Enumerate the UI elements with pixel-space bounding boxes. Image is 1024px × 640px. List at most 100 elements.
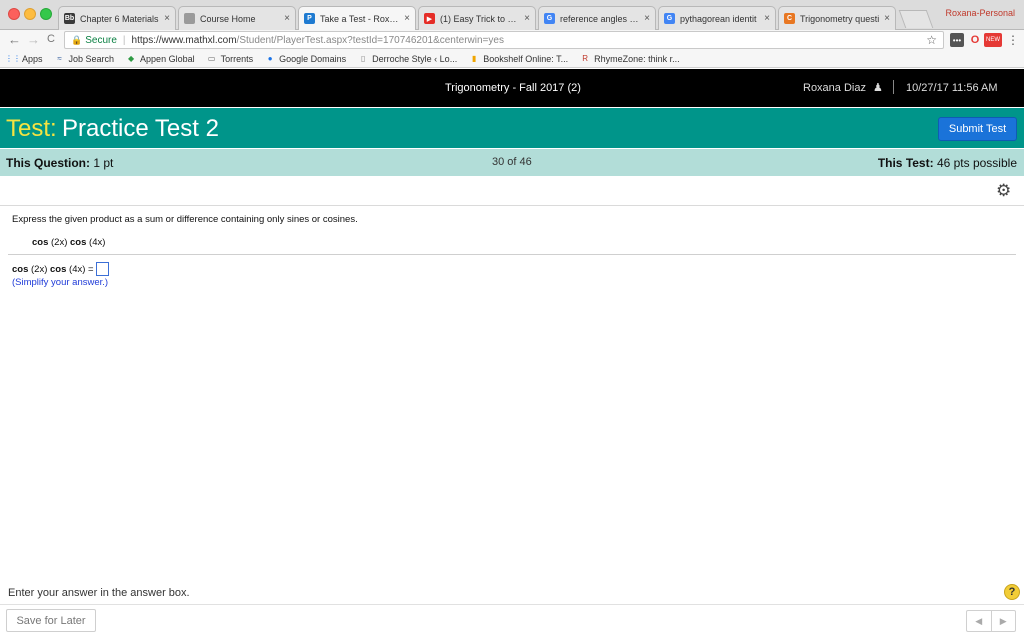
browser-tab[interactable]: C Trigonometry questi × bbox=[778, 6, 896, 30]
help-icon[interactable]: ? bbox=[1004, 584, 1020, 600]
gear-icon[interactable]: ⚙ bbox=[996, 181, 1014, 200]
answer-instruction: Enter your answer in the answer box. bbox=[8, 587, 190, 599]
question-prompt: Express the given product as a sum or di… bbox=[12, 214, 358, 225]
url-path: /Student/PlayerTest.aspx?testId=17074620… bbox=[236, 34, 504, 46]
forward-arrow-icon[interactable]: → bbox=[27, 32, 40, 47]
this-test-label: This Test: bbox=[877, 156, 934, 170]
bookmark-icon: ◆ bbox=[127, 54, 135, 63]
bookmark-icon: ▯ bbox=[360, 54, 366, 63]
browser-tab[interactable]: P Take a Test - Roxana × bbox=[298, 6, 416, 30]
tab-close-icon[interactable]: × bbox=[400, 13, 410, 24]
tab-close-icon[interactable]: × bbox=[760, 13, 770, 24]
tab-close-icon[interactable]: × bbox=[520, 13, 530, 24]
browser-tabs: Bb Chapter 6 Materials × Course Home × P Take … bbox=[58, 6, 934, 30]
tab-favicon-icon bbox=[184, 13, 195, 24]
expr-arg-2: (4x) bbox=[86, 237, 106, 248]
tab-favicon-icon: P bbox=[304, 13, 315, 24]
bookmark-icon: ▮ bbox=[472, 54, 477, 63]
bookmark-item[interactable]: ▮ Bookshelf Online: T... bbox=[469, 54, 568, 64]
bookmark-label: Appen Global bbox=[140, 53, 195, 64]
browser-tab[interactable]: Course Home × bbox=[178, 6, 296, 30]
course-title[interactable]: Trigonometry - Fall 2017 (2) bbox=[445, 82, 581, 94]
bookmark-item[interactable]: ▯ Derroche Style ‹ Lo... bbox=[358, 54, 457, 64]
this-question-points: This Question: 1 pt bbox=[6, 156, 113, 170]
reload-icon[interactable]: C bbox=[47, 33, 55, 45]
expr-cos-2: cos bbox=[70, 237, 87, 248]
tab-favicon-icon: G bbox=[544, 13, 555, 24]
bookmark-label: Google Domains bbox=[279, 53, 347, 64]
bookmark-item[interactable]: ≈ Job Search bbox=[55, 53, 115, 64]
answer-arg-1: (2x) bbox=[28, 263, 51, 275]
bookmark-icon: R bbox=[582, 54, 588, 63]
simplify-hint: (Simplify your answer.) bbox=[12, 277, 109, 288]
close-window-icon[interactable] bbox=[8, 8, 20, 20]
tab-close-icon[interactable]: × bbox=[640, 13, 650, 24]
bookmark-item[interactable]: R RhymeZone: think r... bbox=[580, 54, 679, 64]
omnibar: ← → C 🔒 Secure | https://www.mathxl.com /… bbox=[0, 30, 1024, 50]
browser-tabstrip: Bb Chapter 6 Materials × Course Home × P Take … bbox=[0, 0, 1024, 30]
test-label: Test: bbox=[6, 115, 57, 142]
user-name: Roxana Diaz bbox=[803, 82, 866, 94]
test-name: Practice Test 2 bbox=[62, 115, 219, 142]
submit-test-button[interactable]: Submit Test bbox=[938, 117, 1017, 141]
tab-close-icon[interactable]: × bbox=[880, 13, 890, 24]
new-tab-button[interactable] bbox=[898, 10, 934, 28]
bookmark-icon: ⋮⋮ bbox=[5, 54, 21, 63]
minimize-window-icon[interactable] bbox=[24, 8, 36, 20]
extension-menu-icon[interactable]: ••• bbox=[950, 33, 964, 47]
this-question-value: 1 pt bbox=[93, 156, 114, 170]
bookmark-item[interactable]: ● Google Domains bbox=[265, 54, 346, 64]
answer-cos-2: cos bbox=[50, 263, 67, 275]
bookmark-icon: ≈ bbox=[57, 54, 62, 63]
bookmark-label: Job Search bbox=[68, 53, 115, 64]
bookmark-label: Apps bbox=[22, 53, 43, 64]
url-separator: | bbox=[122, 34, 126, 46]
tab-close-icon[interactable]: × bbox=[160, 13, 170, 24]
bookmark-icon: ▭ bbox=[207, 54, 216, 63]
bookmark-label: Torrents bbox=[220, 53, 254, 64]
header-divider bbox=[893, 80, 894, 94]
next-question-icon[interactable]: ▶ bbox=[992, 611, 1016, 631]
bookmark-item[interactable]: ▭ Torrents bbox=[207, 53, 254, 64]
tab-title: pythagorean identit bbox=[680, 13, 757, 24]
bookmark-item[interactable]: ⋮⋮ Apps bbox=[5, 53, 43, 64]
this-test-points: This Test: 46 pts possible bbox=[878, 156, 1017, 170]
this-question-label: This Question: bbox=[6, 156, 90, 170]
question-progress: 30 of 46 bbox=[492, 156, 532, 168]
profile-name[interactable]: Roxana-Personal bbox=[945, 8, 1015, 18]
tab-title: Course Home bbox=[200, 13, 256, 24]
previous-question-icon[interactable]: ◀ bbox=[967, 611, 992, 631]
bookmark-icon: ● bbox=[267, 54, 273, 63]
maximize-window-icon[interactable] bbox=[40, 8, 52, 20]
tab-title: (1) Easy Trick to Find bbox=[440, 13, 520, 24]
bookmarks-bar: ⋮⋮ Apps ≈ Job Search ◆ Appen Global ▭ Torrents ●… bbox=[0, 50, 1024, 68]
browser-tab[interactable]: Gpythagorean identit × bbox=[658, 6, 776, 30]
opera-extension-icon[interactable]: O bbox=[968, 33, 982, 47]
browser-tab[interactable]: Greference angles - G × bbox=[538, 6, 656, 30]
bookmark-label: Bookshelf Online: T... bbox=[483, 53, 569, 64]
tab-close-icon[interactable]: × bbox=[280, 13, 290, 24]
url-host: https://www.mathxl.com bbox=[131, 34, 237, 46]
back-arrow-icon[interactable]: ← bbox=[8, 32, 21, 47]
datetime: 10/27/17 11:56 AM bbox=[906, 82, 998, 94]
browser-tab[interactable]: ▶ (1) Easy Trick to Find × bbox=[418, 6, 536, 30]
bookmark-item[interactable]: ◆ Appen Global bbox=[126, 54, 195, 64]
tab-title: Trigonometry questi bbox=[800, 13, 880, 24]
question-divider bbox=[8, 254, 1016, 255]
course-bar: Trigonometry - Fall 2017 (2) Roxana Diaz… bbox=[0, 69, 1024, 107]
address-bar[interactable]: 🔒 Secure | https://www.mathxl.com/Studen… bbox=[64, 31, 944, 49]
this-test-value: 46 pts possible bbox=[936, 156, 1017, 170]
save-for-later-button[interactable]: Save for Later bbox=[6, 609, 96, 632]
browser-menu-icon[interactable]: ⋮ bbox=[1007, 33, 1019, 47]
browser-tab[interactable]: Bb Chapter 6 Materials × bbox=[58, 6, 176, 30]
new-extension-icon[interactable]: NEW bbox=[984, 33, 1002, 47]
bookmark-star-icon[interactable]: ☆ bbox=[926, 33, 937, 47]
tab-title: Take a Test - Roxana bbox=[320, 13, 400, 24]
secure-label: Secure bbox=[85, 34, 117, 46]
tab-favicon-icon: ▶ bbox=[424, 13, 435, 24]
test-title-bar: Test: Practice Test 2 bbox=[0, 108, 1024, 148]
footer-divider bbox=[0, 604, 1024, 605]
expr-arg-1: (2x) bbox=[48, 237, 71, 248]
answer-input[interactable] bbox=[95, 262, 109, 276]
tab-favicon-icon: Bb bbox=[64, 13, 75, 24]
